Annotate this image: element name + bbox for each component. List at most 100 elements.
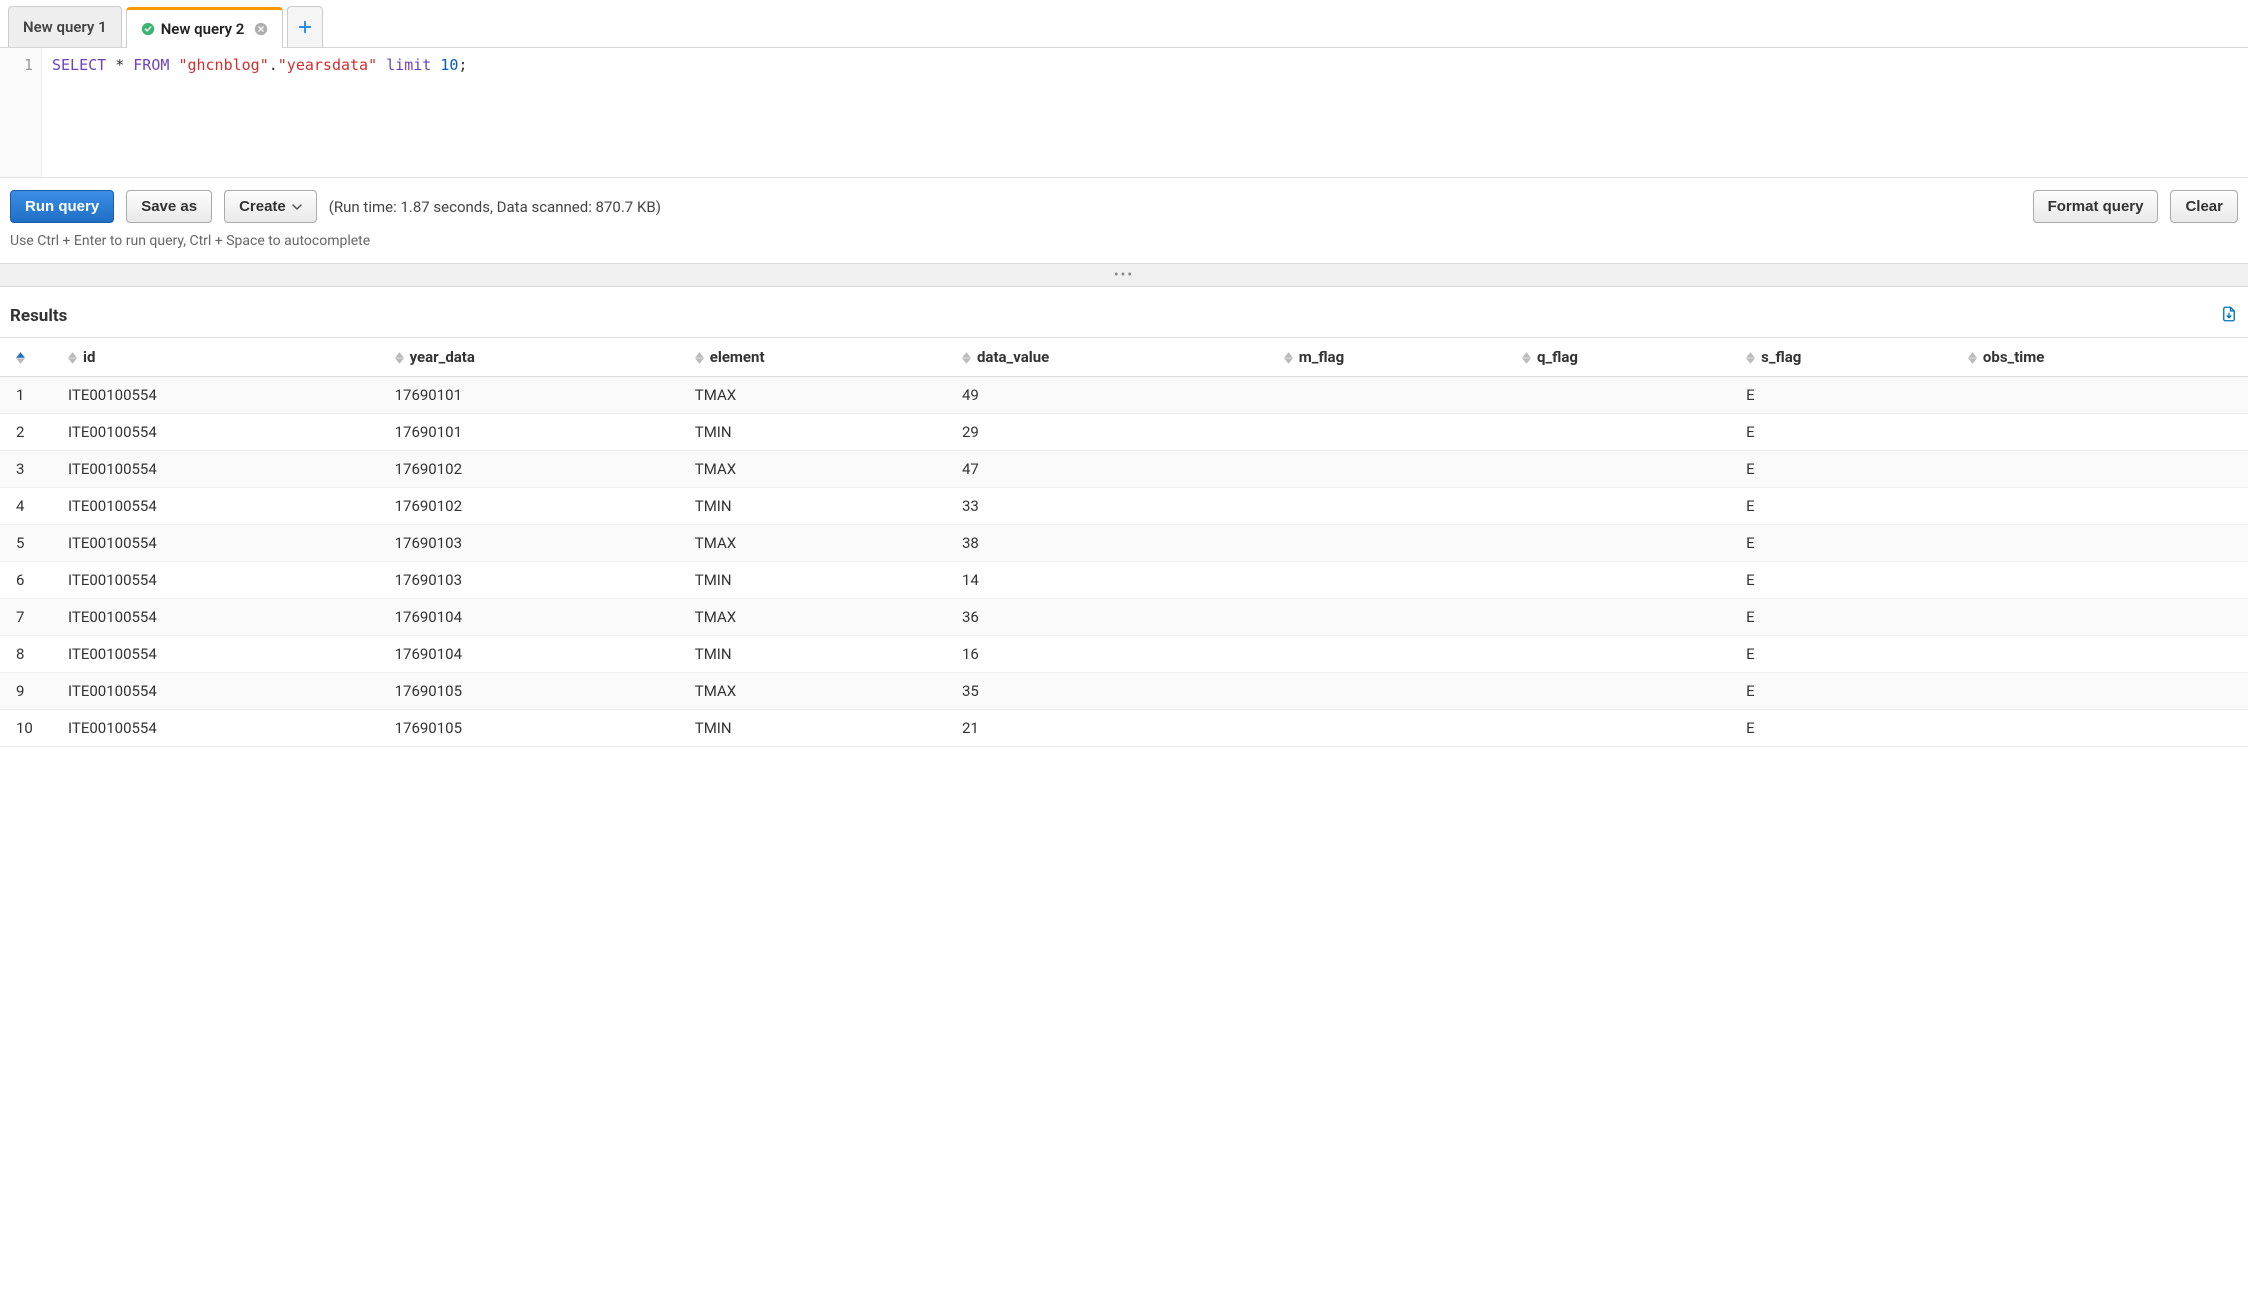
column-label: q_flag xyxy=(1537,348,1578,366)
cell-m-flag xyxy=(1276,599,1514,636)
sql-editor[interactable]: 1 SELECT * FROM "ghcnblog"."yearsdata" l… xyxy=(0,48,2248,178)
cell-element: TMAX xyxy=(687,525,954,562)
column-label: m_flag xyxy=(1299,348,1344,366)
table-row[interactable]: 3ITE0010055417690102TMAX47E xyxy=(0,451,2248,488)
table-row[interactable]: 2ITE0010055417690101TMIN29E xyxy=(0,414,2248,451)
tab-query-1[interactable]: New query 1 xyxy=(8,6,122,47)
table-row[interactable]: 7ITE0010055417690104TMAX36E xyxy=(0,599,2248,636)
cell-obs-time xyxy=(1960,414,2248,451)
column-header-year-data[interactable]: year_data xyxy=(387,338,687,377)
cell-element: TMIN xyxy=(687,636,954,673)
cell-year-data: 17690103 xyxy=(387,562,687,599)
add-tab-button[interactable] xyxy=(287,6,323,47)
line-number: 1 xyxy=(0,56,33,74)
column-header-element[interactable]: element xyxy=(687,338,954,377)
save-as-button[interactable]: Save as xyxy=(126,190,212,223)
cell-obs-time xyxy=(1960,377,2248,414)
cell-element: TMIN xyxy=(687,562,954,599)
column-header-data-value[interactable]: data_value xyxy=(954,338,1276,377)
table-row[interactable]: 5ITE0010055417690103TMAX38E xyxy=(0,525,2248,562)
chevron-down-icon xyxy=(292,202,302,212)
results-header-row: id year_data element data_value m_flag q… xyxy=(0,338,2248,377)
editor-code[interactable]: SELECT * FROM "ghcnblog"."yearsdata" lim… xyxy=(42,48,477,177)
sort-icon xyxy=(1284,352,1293,364)
table-row[interactable]: 6ITE0010055417690103TMIN14E xyxy=(0,562,2248,599)
cell-obs-time xyxy=(1960,673,2248,710)
cell-year-data: 17690103 xyxy=(387,525,687,562)
cell-q-flag xyxy=(1514,599,1738,636)
sort-icon xyxy=(395,352,404,364)
column-header-s-flag[interactable]: s_flag xyxy=(1738,338,1960,377)
cell-data-value: 29 xyxy=(954,414,1276,451)
column-header-index[interactable] xyxy=(0,338,60,377)
cell-q-flag xyxy=(1514,562,1738,599)
table-row[interactable]: 9ITE0010055417690105TMAX35E xyxy=(0,673,2248,710)
cell-data-value: 49 xyxy=(954,377,1276,414)
cell-data-value: 21 xyxy=(954,710,1276,747)
cell-id: ITE00100554 xyxy=(60,377,387,414)
cell-s-flag: E xyxy=(1738,414,1960,451)
sort-icon xyxy=(1746,352,1755,364)
cell-id: ITE00100554 xyxy=(60,451,387,488)
results-header: Results xyxy=(0,287,2248,337)
sql-token: . xyxy=(269,56,278,74)
cell-m-flag xyxy=(1276,377,1514,414)
tab-query-2[interactable]: New query 2 xyxy=(126,7,284,48)
sql-number: 10 xyxy=(440,56,458,74)
cell-element: TMIN xyxy=(687,488,954,525)
cell-element: TMIN xyxy=(687,710,954,747)
cell-index: 3 xyxy=(0,451,60,488)
run-query-button[interactable]: Run query xyxy=(10,190,114,223)
cell-index: 4 xyxy=(0,488,60,525)
format-query-button[interactable]: Format query xyxy=(2033,190,2159,223)
cell-year-data: 17690101 xyxy=(387,377,687,414)
download-results-icon[interactable] xyxy=(2220,305,2238,327)
column-header-obs-time[interactable]: obs_time xyxy=(1960,338,2248,377)
table-row[interactable]: 1ITE0010055417690101TMAX49E xyxy=(0,377,2248,414)
cell-obs-time xyxy=(1960,710,2248,747)
cell-q-flag xyxy=(1514,710,1738,747)
tab-label: New query 1 xyxy=(23,18,107,36)
cell-s-flag: E xyxy=(1738,377,1960,414)
table-row[interactable]: 4ITE0010055417690102TMIN33E xyxy=(0,488,2248,525)
cell-obs-time xyxy=(1960,562,2248,599)
run-stats: (Run time: 1.87 seconds, Data scanned: 8… xyxy=(329,198,661,216)
cell-m-flag xyxy=(1276,636,1514,673)
column-label: year_data xyxy=(410,348,475,366)
create-label: Create xyxy=(239,198,286,215)
query-tabs: New query 1 New query 2 xyxy=(0,0,2248,48)
sort-icon xyxy=(68,352,77,364)
cell-q-flag xyxy=(1514,451,1738,488)
column-header-q-flag[interactable]: q_flag xyxy=(1514,338,1738,377)
keyboard-hint: Use Ctrl + Enter to run query, Ctrl + Sp… xyxy=(0,227,2248,263)
column-label: data_value xyxy=(977,348,1049,366)
cell-id: ITE00100554 xyxy=(60,710,387,747)
table-row[interactable]: 10ITE0010055417690105TMIN21E xyxy=(0,710,2248,747)
cell-data-value: 47 xyxy=(954,451,1276,488)
panel-resize-handle[interactable]: ••• xyxy=(0,263,2248,287)
cell-id: ITE00100554 xyxy=(60,636,387,673)
sql-string: "ghcnblog" xyxy=(178,56,268,74)
column-label: obs_time xyxy=(1983,348,2044,366)
column-header-m-flag[interactable]: m_flag xyxy=(1276,338,1514,377)
cell-id: ITE00100554 xyxy=(60,414,387,451)
cell-m-flag xyxy=(1276,451,1514,488)
cell-id: ITE00100554 xyxy=(60,488,387,525)
cell-s-flag: E xyxy=(1738,488,1960,525)
sql-token: * xyxy=(115,56,124,74)
cell-year-data: 17690105 xyxy=(387,710,687,747)
cell-obs-time xyxy=(1960,525,2248,562)
cell-s-flag: E xyxy=(1738,525,1960,562)
cell-year-data: 17690102 xyxy=(387,488,687,525)
cell-q-flag xyxy=(1514,673,1738,710)
cell-element: TMAX xyxy=(687,599,954,636)
cell-index: 2 xyxy=(0,414,60,451)
table-row[interactable]: 8ITE0010055417690104TMIN16E xyxy=(0,636,2248,673)
cell-id: ITE00100554 xyxy=(60,562,387,599)
create-dropdown-button[interactable]: Create xyxy=(224,190,317,223)
close-icon[interactable] xyxy=(254,22,268,36)
editor-toolbar: Run query Save as Create (Run time: 1.87… xyxy=(0,178,2248,227)
cell-index: 1 xyxy=(0,377,60,414)
clear-button[interactable]: Clear xyxy=(2170,190,2238,223)
column-header-id[interactable]: id xyxy=(60,338,387,377)
